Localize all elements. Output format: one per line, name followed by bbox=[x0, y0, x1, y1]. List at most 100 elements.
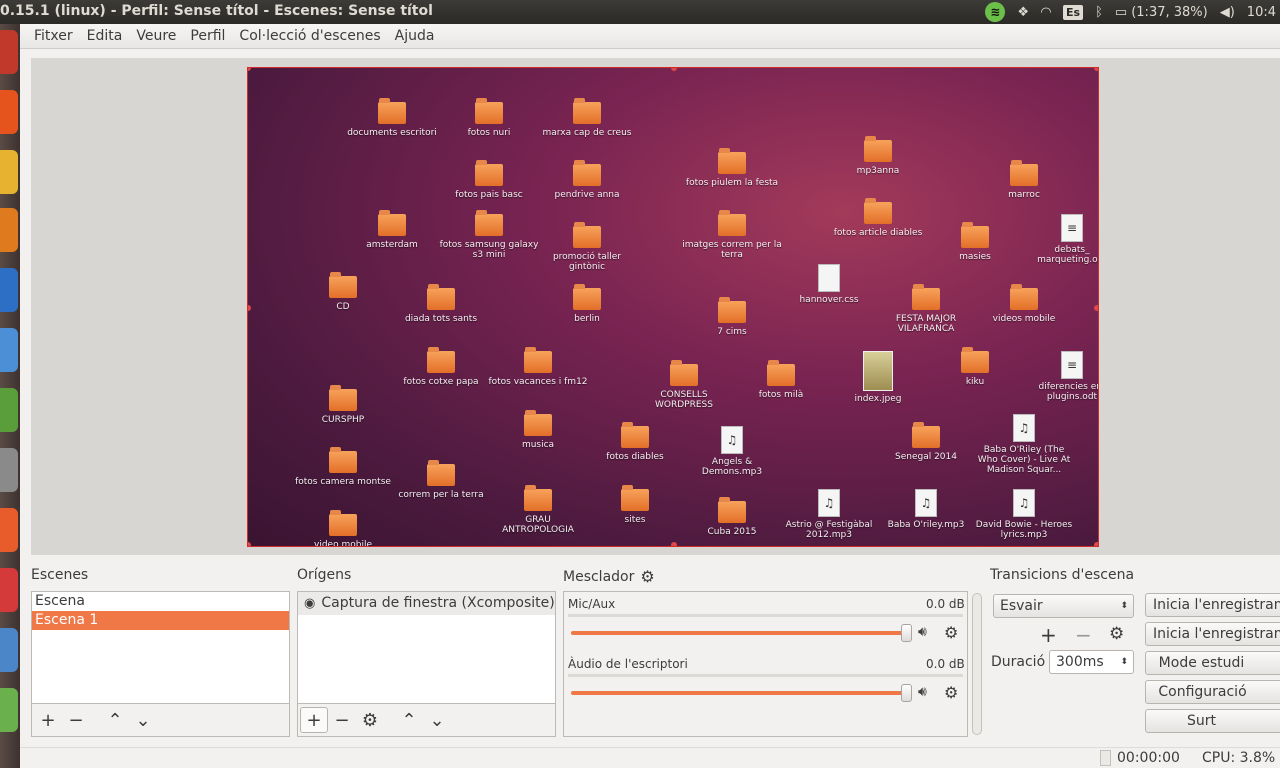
studio-mode-button[interactable]: Mode estudi bbox=[1145, 651, 1280, 675]
folder-icon bbox=[718, 297, 746, 323]
audio-file-icon: ♫ bbox=[818, 489, 840, 517]
desktop-item: diada tots sants bbox=[391, 284, 491, 324]
transition-gear-icon[interactable]: ⚙ bbox=[1109, 624, 1124, 644]
launcher-app-icon[interactable] bbox=[0, 568, 18, 612]
preview-capture[interactable]: documents escritori fotos nuri marxa cap d… bbox=[247, 67, 1099, 547]
scenes-title: Escenes bbox=[31, 567, 89, 583]
resize-handle[interactable] bbox=[248, 542, 251, 546]
volume-meter bbox=[568, 614, 963, 617]
launcher-app-icon[interactable] bbox=[0, 688, 18, 732]
desktop-item: GRAU ANTROPOLOGIA bbox=[488, 485, 588, 535]
scenes-list[interactable]: Escena Escena 1 bbox=[31, 591, 290, 704]
spotify-indicator[interactable]: ≋ bbox=[985, 2, 1006, 22]
wifi-icon[interactable]: ◜◝ bbox=[1041, 5, 1051, 20]
scene-item-selected[interactable]: Escena 1 bbox=[32, 611, 289, 630]
volume-slider-knob[interactable] bbox=[901, 624, 912, 642]
resize-handle[interactable] bbox=[671, 68, 677, 71]
launcher-app-icon[interactable] bbox=[0, 448, 18, 492]
sources-title: Orígens bbox=[297, 567, 352, 583]
menu-edita[interactable]: Edita bbox=[80, 28, 130, 44]
dropbox-icon[interactable]: ❖ bbox=[1017, 5, 1029, 20]
firefox-icon[interactable] bbox=[0, 208, 18, 252]
folder-icon bbox=[621, 485, 649, 511]
desktop-item: hannover.css bbox=[779, 264, 879, 305]
desktop-item-label: fotos pais basc bbox=[455, 190, 523, 200]
folder-icon bbox=[912, 422, 940, 448]
remove-transition-button[interactable]: − bbox=[1075, 623, 1092, 647]
menu-perfil[interactable]: Perfil bbox=[183, 28, 232, 44]
resize-handle[interactable] bbox=[1094, 68, 1098, 71]
resize-handle[interactable] bbox=[671, 542, 677, 546]
bluetooth-icon[interactable]: ᛒ bbox=[1095, 5, 1103, 20]
spotify-icon: ≋ bbox=[985, 2, 1006, 22]
desktop-item-label: Baba O'Riley (The Who Cover) - Live At M… bbox=[977, 445, 1071, 475]
status-cpu: CPU: 3.8% bbox=[1202, 750, 1276, 766]
volume-meter bbox=[568, 674, 963, 677]
launcher-app-icon[interactable] bbox=[0, 30, 18, 74]
launcher-app-icon[interactable] bbox=[0, 90, 18, 134]
battery-icon: ▭ bbox=[1114, 4, 1128, 20]
desktop-item: 7 cims bbox=[682, 297, 782, 337]
keyboard-layout[interactable]: Es bbox=[1063, 4, 1084, 20]
folder-icon bbox=[573, 222, 601, 248]
menu-veure[interactable]: Veure bbox=[129, 28, 183, 44]
launcher-app-icon[interactable] bbox=[0, 328, 18, 372]
desktop-item-label: index.jpeg bbox=[854, 394, 902, 404]
desktop-item-label: fotos diables bbox=[606, 452, 664, 462]
folder-icon bbox=[524, 485, 552, 511]
settings-button[interactable]: Configuració bbox=[1145, 680, 1280, 704]
source-item[interactable]: ◉ Captura de finestra (Xcomposite) bbox=[298, 592, 555, 615]
window-title: 0.15.1 (linux) - Perfil: Sense títol - E… bbox=[0, 3, 433, 19]
volume-slider-knob[interactable] bbox=[901, 684, 912, 702]
sources-list[interactable]: ◉ Captura de finestra (Xcomposite) bbox=[297, 591, 556, 704]
scene-item[interactable]: Escena bbox=[32, 592, 289, 611]
folder-icon bbox=[329, 385, 357, 411]
desktop-item-label: fotos piulem la festa bbox=[685, 178, 779, 188]
mute-speaker-icon[interactable]: 🔊︎ bbox=[918, 684, 927, 700]
desktop-item-label: masies bbox=[959, 252, 991, 262]
launcher-app-icon[interactable] bbox=[0, 268, 18, 312]
duration-spinbox[interactable]: 300ms ⬍ bbox=[1049, 650, 1134, 674]
folder-icon bbox=[1010, 284, 1038, 310]
channel-gear-icon[interactable]: ⚙ bbox=[944, 683, 958, 702]
desktop-item: marxa cap de creus bbox=[537, 98, 637, 138]
start-recording-button[interactable]: Inicia l'enregistram bbox=[1145, 622, 1280, 646]
desktop-item: fotos nuri bbox=[439, 98, 539, 138]
folder-icon bbox=[573, 98, 601, 124]
mute-speaker-icon[interactable]: 🔊︎ bbox=[918, 624, 927, 640]
battery-indicator[interactable]: ▭ (1:37, 38%) bbox=[1115, 5, 1208, 20]
launcher-app-icon[interactable] bbox=[0, 388, 18, 432]
mixer-gear-icon[interactable]: ⚙ bbox=[640, 567, 654, 586]
launcher-app-icon[interactable] bbox=[0, 508, 18, 552]
visibility-eye-icon[interactable]: ◉ bbox=[304, 592, 315, 615]
menu-collection-escenes[interactable]: Col·lecció d'escenes bbox=[232, 28, 387, 44]
channel-gear-icon[interactable]: ⚙ bbox=[944, 623, 958, 642]
launcher-app-icon[interactable] bbox=[0, 150, 18, 194]
add-transition-button[interactable]: + bbox=[1040, 623, 1057, 647]
folder-icon bbox=[329, 272, 357, 298]
desktop-item: ♫ Baba O'Riley (The Who Cover) - Live At … bbox=[974, 414, 1074, 475]
start-streaming-button[interactable]: Inicia l'enregistram bbox=[1145, 593, 1280, 617]
desktop-item: imatges correm per la terra bbox=[682, 210, 782, 260]
resize-handle[interactable] bbox=[1094, 305, 1098, 311]
volume-slider[interactable] bbox=[571, 631, 907, 635]
desktop-item-label: debats_ marqueting.odt bbox=[1037, 245, 1098, 265]
clock[interactable]: 10:4 bbox=[1247, 5, 1276, 20]
desktop-item: pendrive anna bbox=[537, 160, 637, 200]
desktop-item: Senegal 2014 bbox=[876, 422, 976, 462]
menu-fitxer[interactable]: Fitxer bbox=[27, 28, 80, 44]
resize-handle[interactable] bbox=[248, 68, 251, 71]
launcher-app-icon[interactable] bbox=[0, 628, 18, 672]
desktop-item: mp3anna bbox=[828, 136, 928, 176]
exit-button[interactable]: Surt bbox=[1145, 709, 1280, 733]
mixer-scrollbar[interactable] bbox=[972, 593, 982, 735]
volume-slider[interactable] bbox=[571, 691, 907, 695]
volume-icon[interactable]: ◀) bbox=[1220, 5, 1235, 20]
folder-icon bbox=[621, 422, 649, 448]
resize-handle[interactable] bbox=[248, 305, 251, 311]
desktop-item-label: Cuba 2015 bbox=[707, 527, 757, 537]
resize-handle[interactable] bbox=[1094, 542, 1098, 546]
menu-ajuda[interactable]: Ajuda bbox=[388, 28, 442, 44]
transitions-title: Transicions d'escena bbox=[990, 567, 1135, 583]
transition-select[interactable]: Esvair ⬍ bbox=[993, 594, 1134, 618]
